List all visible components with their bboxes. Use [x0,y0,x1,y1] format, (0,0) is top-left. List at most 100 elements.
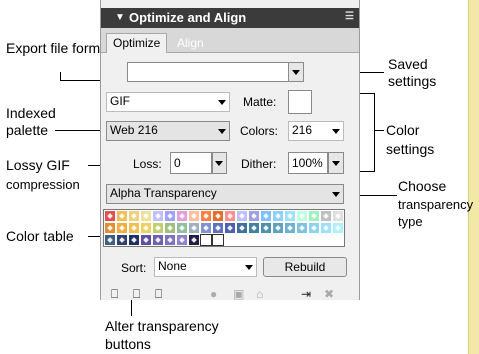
export-format-value: GIF [110,94,130,108]
dither-stepper-button[interactable] [328,152,344,174]
transparency-remove-icon[interactable]: ⎕ [155,287,162,301]
snap-to-web-icon[interactable]: ● [210,287,217,301]
color-swatch[interactable] [188,222,200,234]
chevron-down-icon [332,161,340,166]
saved-settings-dropdown-button[interactable] [288,62,304,82]
color-swatch[interactable] [176,210,188,222]
color-swatch[interactable] [332,222,344,234]
callout-color-settings-line1: Color [386,122,420,138]
lock-icon[interactable]: ⌂ [256,287,263,301]
color-swatch[interactable] [188,210,200,222]
rebuild-button[interactable]: Rebuild [263,257,347,277]
matte-label: Matte: [243,95,277,109]
color-swatch[interactable] [104,234,116,246]
chevron-down-icon [215,161,223,166]
color-swatch[interactable] [224,222,236,234]
chevron-down-icon [292,70,300,75]
color-table-grid[interactable] [103,209,345,247]
color-swatch[interactable] [320,222,332,234]
color-swatch[interactable] [236,210,248,222]
colors-select[interactable]: 216 [288,121,344,141]
colors-label: Colors: [240,124,279,138]
color-swatch[interactable] [260,210,272,222]
callout-choose-line3: type [398,214,423,229]
callout-lossy-gif-line2: compression [6,177,80,192]
loss-value: 0 [174,156,181,170]
color-swatch[interactable] [320,210,332,222]
color-swatch[interactable] [164,222,176,234]
callout-choose-line2: transparency [398,197,474,212]
trash-icon[interactable]: ✖ [324,287,334,301]
color-swatch[interactable] [296,210,308,222]
callout-alter-transparency-line1: Alter transparency [105,318,219,334]
color-swatch[interactable] [200,210,212,222]
callout-alter-transparency-line2: buttons [105,336,151,352]
dither-value: 100% [292,156,323,170]
loss-stepper-button[interactable] [212,152,227,174]
color-swatch[interactable] [248,210,260,222]
color-swatch[interactable] [236,222,248,234]
color-swatch[interactable] [128,234,140,246]
export-format-select[interactable]: GIF [106,92,230,112]
color-swatch[interactable] [116,234,128,246]
color-swatch[interactable] [332,210,344,222]
leader-color-bracket [374,93,375,171]
saved-settings-field[interactable] [127,62,289,82]
color-swatch[interactable] [188,234,200,246]
color-swatch[interactable] [140,222,152,234]
color-swatch[interactable] [308,210,320,222]
color-swatch[interactable] [272,222,284,234]
transparency-value: Alpha Transparency [110,186,217,200]
palette-select[interactable]: Web 216 [106,121,230,141]
color-swatch[interactable] [308,222,320,234]
panel-titlebar[interactable]: ▼ Optimize and Align ☰ [101,8,359,28]
import-palette-icon[interactable]: ⇥ [301,287,311,301]
panel-menu-icon[interactable]: ☰ [345,11,354,22]
color-swatch[interactable] [176,222,188,234]
color-swatch[interactable] [152,210,164,222]
sort-label: Sort: [121,261,147,275]
color-swatch[interactable] [212,222,224,234]
color-swatch[interactable] [152,234,164,246]
color-swatch[interactable] [128,222,140,234]
transparency-set-icon[interactable]: ⎕ [111,287,118,301]
color-swatch[interactable] [140,210,152,222]
loss-field[interactable]: 0 [170,152,212,174]
color-swatch[interactable] [212,210,224,222]
chevron-down-icon [245,265,253,270]
cube-icon[interactable]: ▣ [233,287,244,301]
color-swatch[interactable] [284,210,296,222]
color-swatch[interactable] [140,234,152,246]
color-swatch[interactable] [200,234,212,246]
collapse-triangle-icon[interactable]: ▼ [115,12,125,23]
dither-field[interactable]: 100% [288,152,328,174]
color-swatch[interactable] [296,222,308,234]
color-swatch[interactable] [164,234,176,246]
palette-value: Web 216 [110,123,158,137]
color-swatch[interactable] [128,210,140,222]
color-swatch[interactable] [224,210,236,222]
callout-color-table: Color table [6,228,74,244]
callout-choose-line1: Choose [398,178,447,194]
chevron-down-icon [332,192,340,197]
color-swatch[interactable] [212,234,224,246]
color-swatch[interactable] [152,222,164,234]
color-swatch[interactable] [200,222,212,234]
color-swatch[interactable] [116,222,128,234]
tab-align[interactable]: Align [177,34,204,52]
loss-label: Loss: [133,157,162,171]
sort-select[interactable]: None [154,257,257,277]
color-swatch[interactable] [104,210,116,222]
color-swatch[interactable] [284,222,296,234]
transparency-add-icon[interactable]: ⎕ [133,287,140,301]
color-swatch[interactable] [272,210,284,222]
color-swatch[interactable] [176,234,188,246]
matte-color-swatch[interactable] [288,90,312,114]
color-swatch[interactable] [260,222,272,234]
color-swatch[interactable] [104,222,116,234]
transparency-type-select[interactable]: Alpha Transparency [106,184,344,204]
color-swatch[interactable] [248,222,260,234]
color-swatch[interactable] [116,210,128,222]
tab-optimize[interactable]: Optimize [106,33,168,53]
color-swatch[interactable] [164,210,176,222]
